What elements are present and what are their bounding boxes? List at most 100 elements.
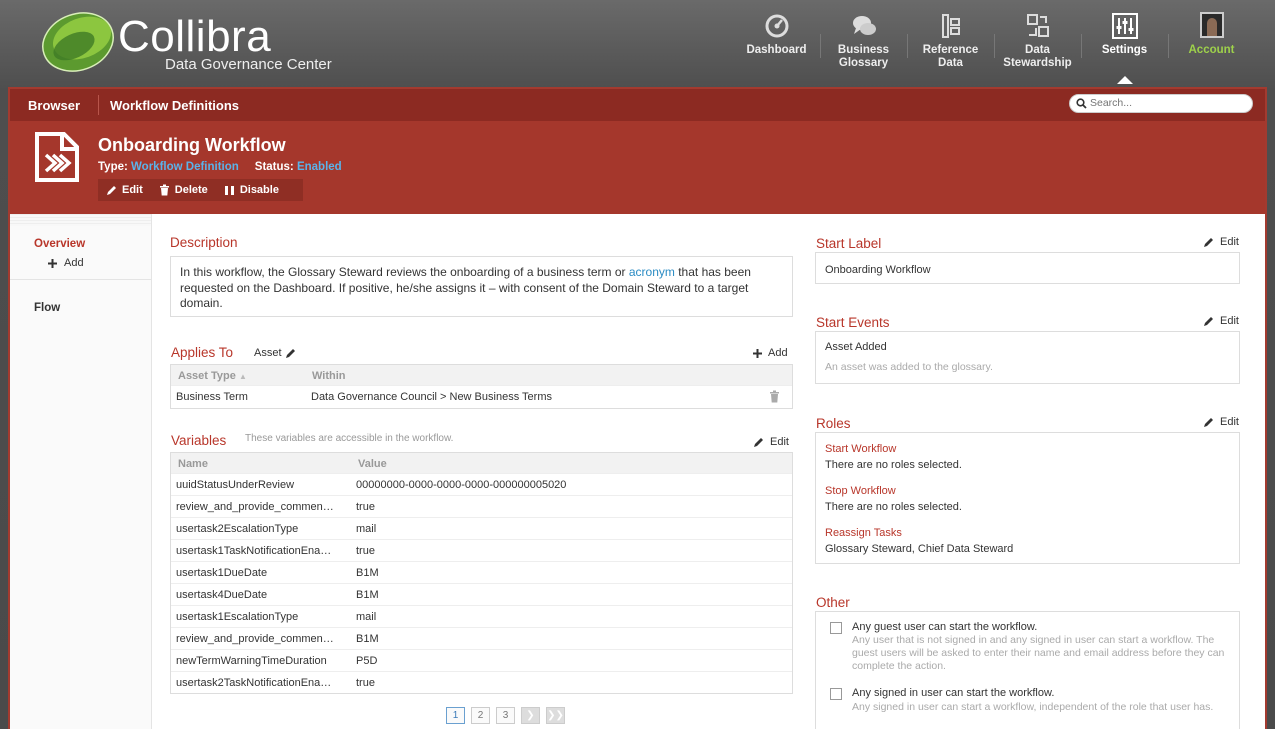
table-row[interactable]: uuidStatusUnderReview 00000000-0000-0000-…: [171, 474, 792, 496]
stewardship-icon: [1026, 14, 1049, 37]
nav-data-stewardship[interactable]: Data Stewardship: [994, 8, 1081, 80]
nav-business-glossary-label-1: Business: [837, 44, 890, 56]
table-row[interactable]: review_and_provide_commen… true: [171, 496, 792, 518]
collibra-logo-mark: [42, 12, 114, 72]
signed-in-start-checkbox[interactable]: [830, 688, 842, 700]
variables-title: Variables: [171, 433, 227, 448]
nav-dashboard[interactable]: Dashboard: [733, 8, 820, 80]
var-value-cell: P5D: [356, 655, 378, 667]
var-value-cell: true: [356, 501, 375, 513]
pencil-icon: [285, 348, 295, 358]
col-asset-type[interactable]: Asset Type ▲: [178, 370, 247, 382]
start-events-edit-button[interactable]: Edit: [1203, 315, 1239, 327]
acronym-link[interactable]: acronym: [629, 265, 675, 279]
signed-in-start-label: Any signed in user can start the workflo…: [852, 687, 1055, 699]
var-value-cell: mail: [356, 611, 377, 623]
start-event-description: An asset was added to the glossary.: [825, 361, 993, 373]
applies-to-scope[interactable]: Asset: [254, 347, 296, 359]
variables-edit-button[interactable]: Edit: [753, 436, 789, 448]
table-row[interactable]: usertask4DueDate B1M: [171, 584, 792, 606]
page-1-button[interactable]: 1: [446, 707, 465, 724]
type-value[interactable]: Workflow Definition: [131, 161, 239, 173]
page-2-button[interactable]: 2: [471, 707, 490, 724]
table-row[interactable]: usertask1DueDate B1M: [171, 562, 792, 584]
var-name-cell: uuidStatusUnderReview: [176, 479, 295, 491]
pencil-icon: [107, 185, 116, 195]
stop-workflow-label: Stop Workflow: [825, 485, 896, 497]
nav-account[interactable]: Account: [1168, 8, 1255, 80]
status-label: Status:: [254, 161, 294, 173]
sidebar-item-add[interactable]: Add: [48, 257, 84, 269]
pencil-icon: [754, 437, 763, 447]
col-within[interactable]: Within: [312, 370, 346, 382]
guest-start-label: Any guest user can start the workflow.: [852, 621, 1038, 633]
guest-start-checkbox[interactable]: [830, 622, 842, 634]
collibra-logo[interactable]: Collibra Data Governance Center: [40, 6, 340, 76]
applies-to-add-label: Add: [768, 347, 788, 359]
var-name-cell: usertask1EscalationType: [176, 611, 299, 623]
table-row[interactable]: usertask1TaskNotificationEna… true: [171, 540, 792, 562]
trash-icon: [159, 184, 169, 196]
roles-edit-button[interactable]: Edit: [1203, 416, 1239, 428]
search-input[interactable]: [1090, 97, 1245, 109]
table-row[interactable]: usertask1EscalationType mail: [171, 606, 792, 628]
sidebar-item-flow[interactable]: Flow: [34, 302, 60, 314]
sliders-icon: [1111, 13, 1138, 39]
trash-icon[interactable]: [769, 390, 780, 403]
sidebar-item-overview[interactable]: Overview: [34, 238, 85, 250]
last-page-icon[interactable]: ❯❯: [546, 707, 565, 724]
edit-button-label: Edit: [122, 184, 143, 196]
start-label-edit-button[interactable]: Edit: [1203, 236, 1239, 248]
description-box[interactable]: In this workflow, the Glossary Steward r…: [170, 256, 793, 317]
start-workflow-value: There are no roles selected.: [825, 459, 962, 471]
sidebar-divider: [10, 279, 151, 280]
search-icon: [1076, 98, 1087, 109]
nav-reference-data-label-2: Data: [938, 57, 963, 69]
description-text-1: In this workflow, the Glossary Steward r…: [180, 265, 629, 279]
var-name-cell: review_and_provide_commen…: [176, 501, 334, 513]
col-value[interactable]: Value: [358, 458, 387, 470]
chat-bubbles-icon: [852, 16, 876, 35]
nav-business-glossary[interactable]: Business Glossary: [820, 8, 907, 80]
nav-reference-data[interactable]: Reference Data: [907, 8, 994, 80]
applies-to-add-button[interactable]: Add: [753, 347, 788, 359]
var-name-cell: usertask1DueDate: [176, 567, 268, 579]
col-asset-type-label: Asset Type: [178, 370, 236, 382]
pencil-icon: [1204, 237, 1213, 247]
next-page-icon[interactable]: ❯: [521, 707, 540, 724]
plus-icon: [753, 348, 762, 358]
roles-edit-label: Edit: [1220, 416, 1239, 428]
pencil-icon: [1204, 417, 1213, 427]
page-3-button[interactable]: 3: [496, 707, 515, 724]
table-row[interactable]: Business Term Data Governance Council > …: [171, 386, 792, 408]
asset-actions: Edit Delete Disable: [98, 179, 303, 201]
start-label-title: Start Label: [816, 236, 882, 251]
col-name[interactable]: Name: [178, 458, 208, 470]
var-value-cell: 00000000-0000-0000-0000-000000005020: [356, 479, 567, 491]
nav-settings[interactable]: Settings: [1081, 8, 1168, 84]
disable-button[interactable]: Disable: [224, 184, 279, 196]
nav-data-stewardship-label-2: Stewardship: [1003, 57, 1072, 69]
avatar: [1199, 12, 1224, 38]
applies-to-table: Asset Type ▲ Within Business Term Data G…: [170, 364, 793, 409]
table-row[interactable]: usertask2TaskNotificationEna… true: [171, 672, 792, 694]
variables-table: Name Value uuidStatusUnderReview 00000000…: [170, 452, 793, 694]
reassign-tasks-value: Glossary Steward, Chief Data Steward: [825, 543, 1014, 555]
breadcrumb-workflow-definitions[interactable]: Workflow Definitions: [110, 98, 239, 113]
var-value-cell: true: [356, 545, 375, 557]
delete-button[interactable]: Delete: [159, 184, 208, 196]
table-row[interactable]: newTermWarningTimeDuration P5D: [171, 650, 792, 672]
signed-in-start-description: Any signed in user can start a workflow,…: [852, 701, 1214, 713]
search-box[interactable]: [1069, 94, 1253, 113]
sidebar-stripe: [10, 214, 151, 226]
reassign-tasks-label: Reassign Tasks: [825, 527, 902, 539]
other-title: Other: [816, 595, 850, 610]
applies-to-title: Applies To: [171, 345, 234, 360]
start-label-box[interactable]: Onboarding Workflow: [815, 252, 1240, 284]
nav-account-label: Account: [1188, 44, 1235, 56]
table-row[interactable]: review_and_provide_commen… B1M: [171, 628, 792, 650]
pause-icon: [224, 185, 234, 195]
edit-button[interactable]: Edit: [106, 184, 143, 196]
breadcrumb-browser[interactable]: Browser: [28, 98, 80, 113]
table-row[interactable]: usertask2EscalationType mail: [171, 518, 792, 540]
